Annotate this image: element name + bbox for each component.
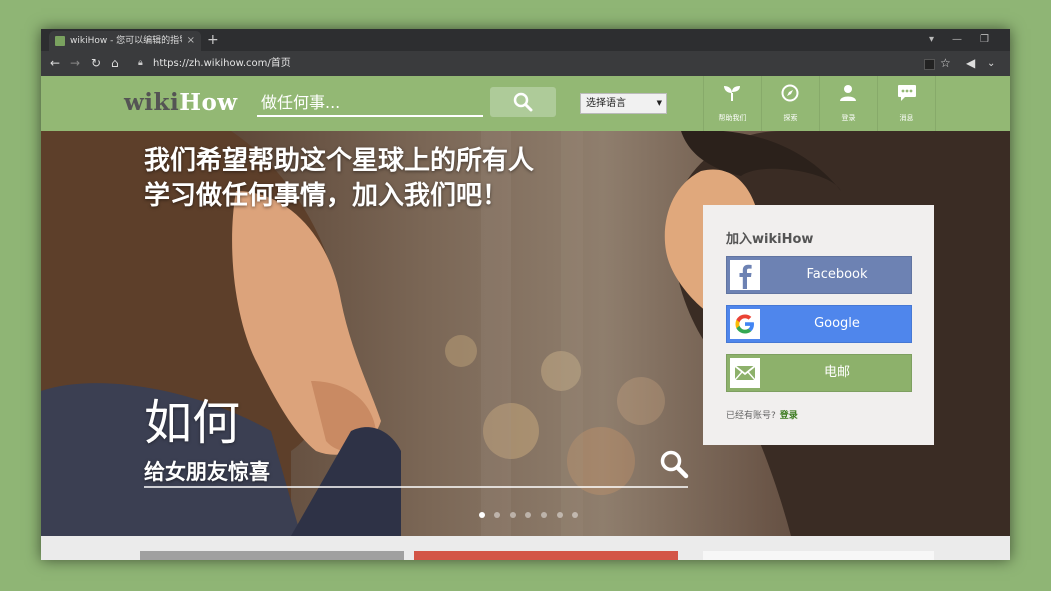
language-select[interactable]: 选择语言 ▼ [580,93,667,114]
featured-thumb[interactable] [414,551,678,560]
carousel-dot[interactable] [479,512,485,518]
carousel-dot[interactable] [557,512,563,518]
hero-search-icon[interactable] [659,449,689,479]
carousel-dot[interactable] [510,512,516,518]
nav-explore[interactable]: 探索 [761,76,819,131]
favicon-icon [55,36,65,46]
browser-window: wikiHow - 您可以编辑的指导手册 × + ▾ — ❐ ← → ↻ ⌂ 🔒… [41,29,1010,560]
search-input[interactable] [257,89,483,117]
email-login-button[interactable]: 电邮 [726,354,912,392]
search-icon [513,92,533,112]
chat-bubble-icon [898,85,916,101]
tab-title: wikiHow - 您可以编辑的指导手册 [70,36,182,46]
search-button[interactable] [490,87,556,117]
facebook-icon [730,260,760,290]
url-field[interactable]: https://zh.wikihow.com/首页 [153,51,291,76]
carousel-dot[interactable] [572,512,578,518]
google-login-button[interactable]: Google [726,305,912,343]
hero-headline: 我们希望帮助这个星球上的所有人 学习做任何事情，加入我们吧！ [144,146,535,211]
hero-subtitle[interactable]: 给女朋友惊喜 [144,456,270,486]
hero-underline [144,486,688,488]
have-account-line: 已经有账号? 登录 [726,411,798,421]
compass-icon [781,84,799,102]
google-icon [730,309,760,339]
hero-how-to: 如何 [144,395,241,451]
site-header: wikiHow 选择语言 ▼ 帮助我们 探索 [41,76,1010,131]
caret-down-icon: ▼ [656,99,662,107]
wikihow-logo[interactable]: wikiHow [124,89,238,116]
back-icon[interactable]: ← [50,51,60,76]
tab-menu-icon[interactable]: ▾ [929,29,934,51]
envelope-icon [730,358,760,388]
carousel-dot[interactable] [494,512,500,518]
new-tab-button[interactable]: + [207,29,219,51]
facebook-login-button[interactable]: Facebook [726,256,912,294]
restore-button[interactable]: ❐ [980,29,989,51]
browser-tab[interactable]: wikiHow - 您可以编辑的指导手册 × [49,31,201,51]
featured-strip [41,536,1010,560]
join-title: 加入wikiHow [726,232,814,247]
bookmark-star-icon[interactable]: ☆ [940,51,951,76]
user-icon [840,85,856,101]
lock-icon: 🔒︎ [138,58,143,68]
nav-help-us[interactable]: 帮助我们 [703,76,761,131]
featured-thumb[interactable] [140,551,404,560]
address-bar: ← → ↻ ⌂ 🔒︎ https://zh.wikihow.com/首页 ☆ ◀… [41,51,1010,76]
join-card: 加入wikiHow Facebook Google 电邮 已经有账号? 登录 [703,205,934,445]
featured-card[interactable] [703,551,934,560]
tab-strip: wikiHow - 您可以编辑的指导手册 × + ▾ — ❐ [41,29,1010,51]
carousel-dot[interactable] [525,512,531,518]
home-icon[interactable]: ⌂ [111,51,119,76]
nav-login[interactable]: 登录 [819,76,877,131]
close-tab-icon[interactable]: × [187,31,195,51]
sprout-icon [724,86,740,101]
nav-messages[interactable]: 消息 [877,76,936,131]
speaker-icon[interactable]: ◀ [966,51,975,76]
reload-icon[interactable]: ↻ [91,51,101,76]
menu-icon[interactable]: ⌄ [987,51,995,76]
login-link[interactable]: 登录 [780,411,798,421]
carousel-dot[interactable] [541,512,547,518]
forward-icon[interactable]: → [70,51,80,76]
minimize-button[interactable]: — [952,29,962,51]
extension-icon[interactable] [924,59,935,70]
